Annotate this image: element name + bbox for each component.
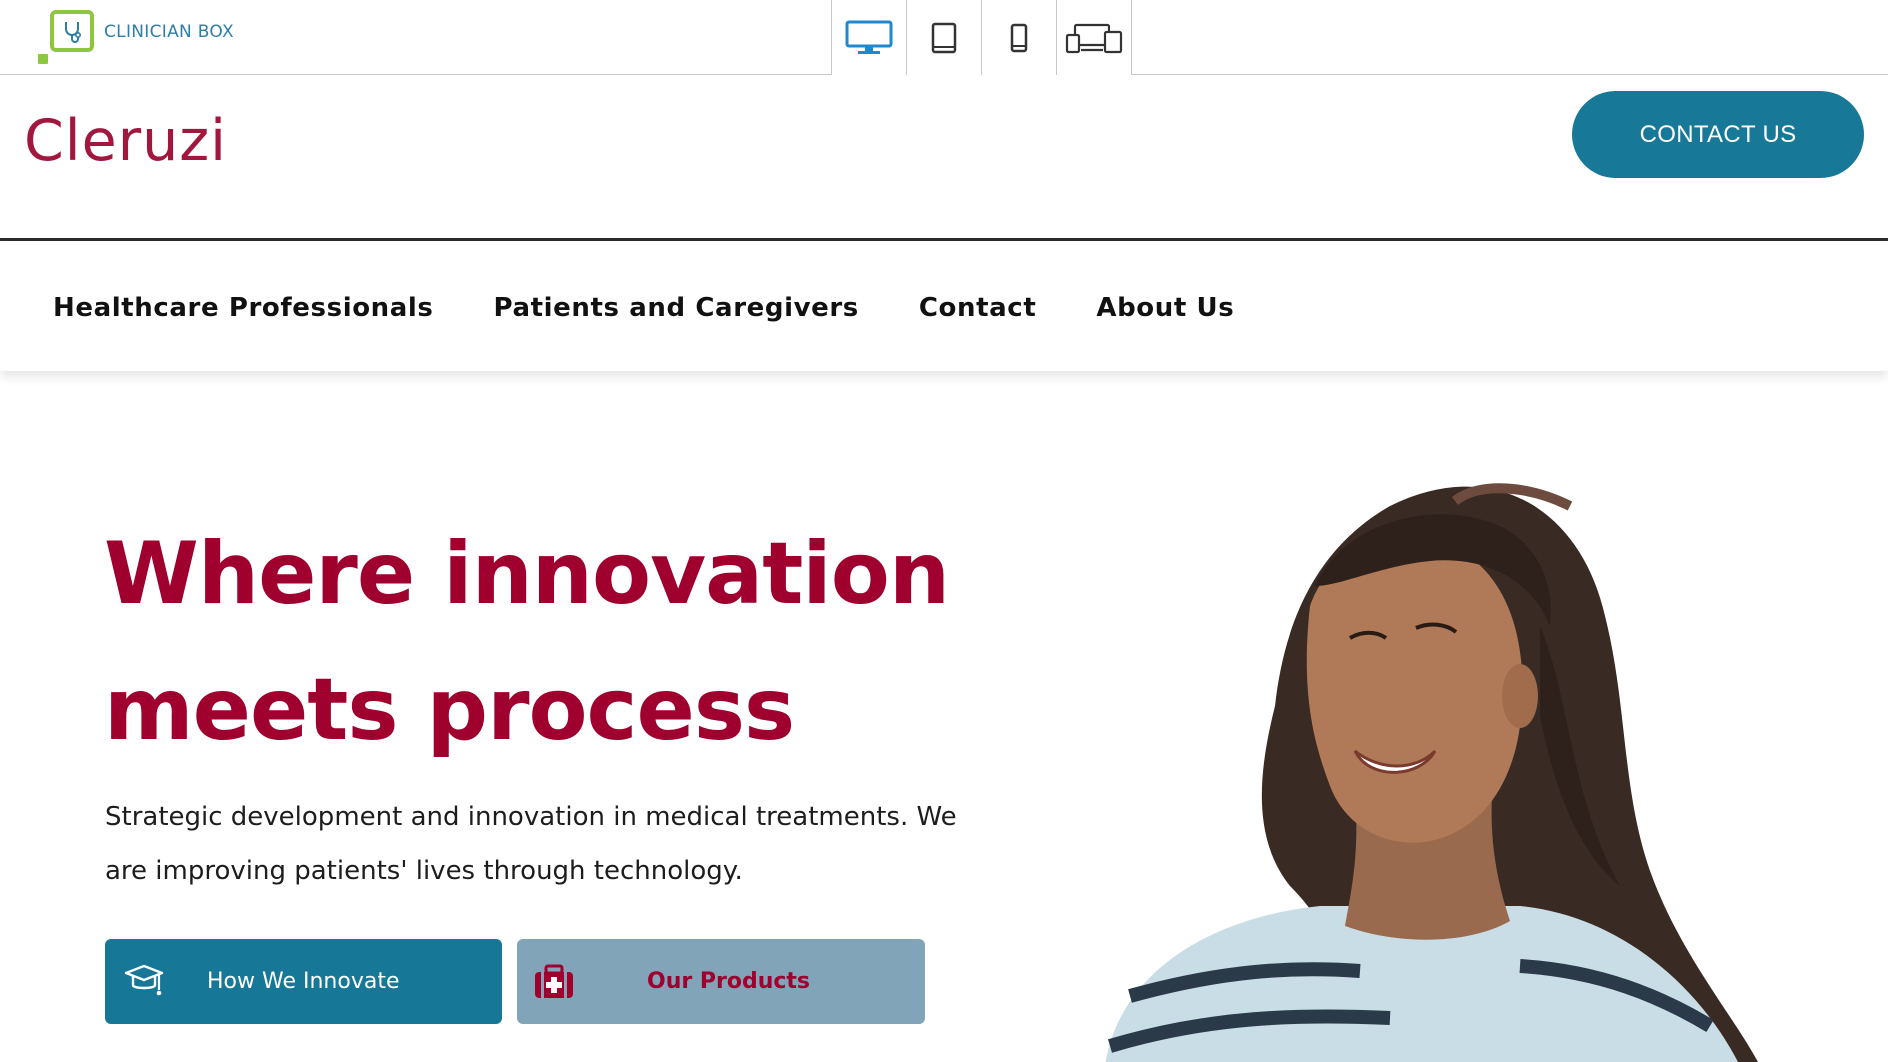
device-switcher (831, 0, 1132, 75)
contact-us-button[interactable]: CONTACT US (1572, 91, 1864, 178)
how-we-innovate-button[interactable]: How We Innovate (105, 939, 502, 1024)
our-products-label: Our Products (647, 969, 811, 994)
how-we-innovate-label: How We Innovate (207, 969, 400, 994)
clinician-box-text: CLINICIAN BOX (104, 21, 234, 42)
mobile-view-button[interactable] (982, 0, 1057, 75)
hero-title-line-2: meets process (104, 660, 795, 760)
nav-item-about-us[interactable]: About Us (1096, 293, 1234, 323)
hero-title: Where innovation meets process (104, 506, 1084, 778)
multi-device-icon (1065, 23, 1123, 53)
stethoscope-logo-icon (38, 10, 94, 65)
all-devices-view-button[interactable] (1057, 0, 1132, 75)
desktop-view-button[interactable] (832, 0, 907, 75)
nav-item-patients-caregivers[interactable]: Patients and Caregivers (494, 293, 859, 323)
hero-title-line-1: Where innovation (104, 524, 950, 624)
nav-item-healthcare-professionals[interactable]: Healthcare Professionals (53, 293, 434, 323)
site-header: Cleruzi CONTACT US (0, 76, 1888, 241)
our-products-button[interactable]: Our Products (517, 939, 925, 1024)
hero-woman-photo (1105, 483, 1758, 1062)
desktop-icon (845, 20, 893, 54)
preview-toolbar: CLINICIAN BOX (0, 0, 1888, 75)
mobile-icon (1010, 23, 1028, 52)
graduation-cap-icon (123, 964, 175, 1000)
clinician-box-logo[interactable]: CLINICIAN BOX (38, 10, 234, 65)
tablet-view-button[interactable] (907, 0, 982, 75)
main-nav: Healthcare Professionals Patients and Ca… (0, 244, 1888, 371)
medical-kit-icon (533, 964, 577, 1000)
hero-subtitle: Strategic development and innovation in … (105, 802, 957, 886)
site-logo[interactable]: Cleruzi (24, 108, 227, 174)
nav-item-contact[interactable]: Contact (919, 293, 1036, 323)
hero-section: Where innovation meets process Strategic… (0, 371, 1888, 1062)
tablet-icon (931, 22, 957, 53)
